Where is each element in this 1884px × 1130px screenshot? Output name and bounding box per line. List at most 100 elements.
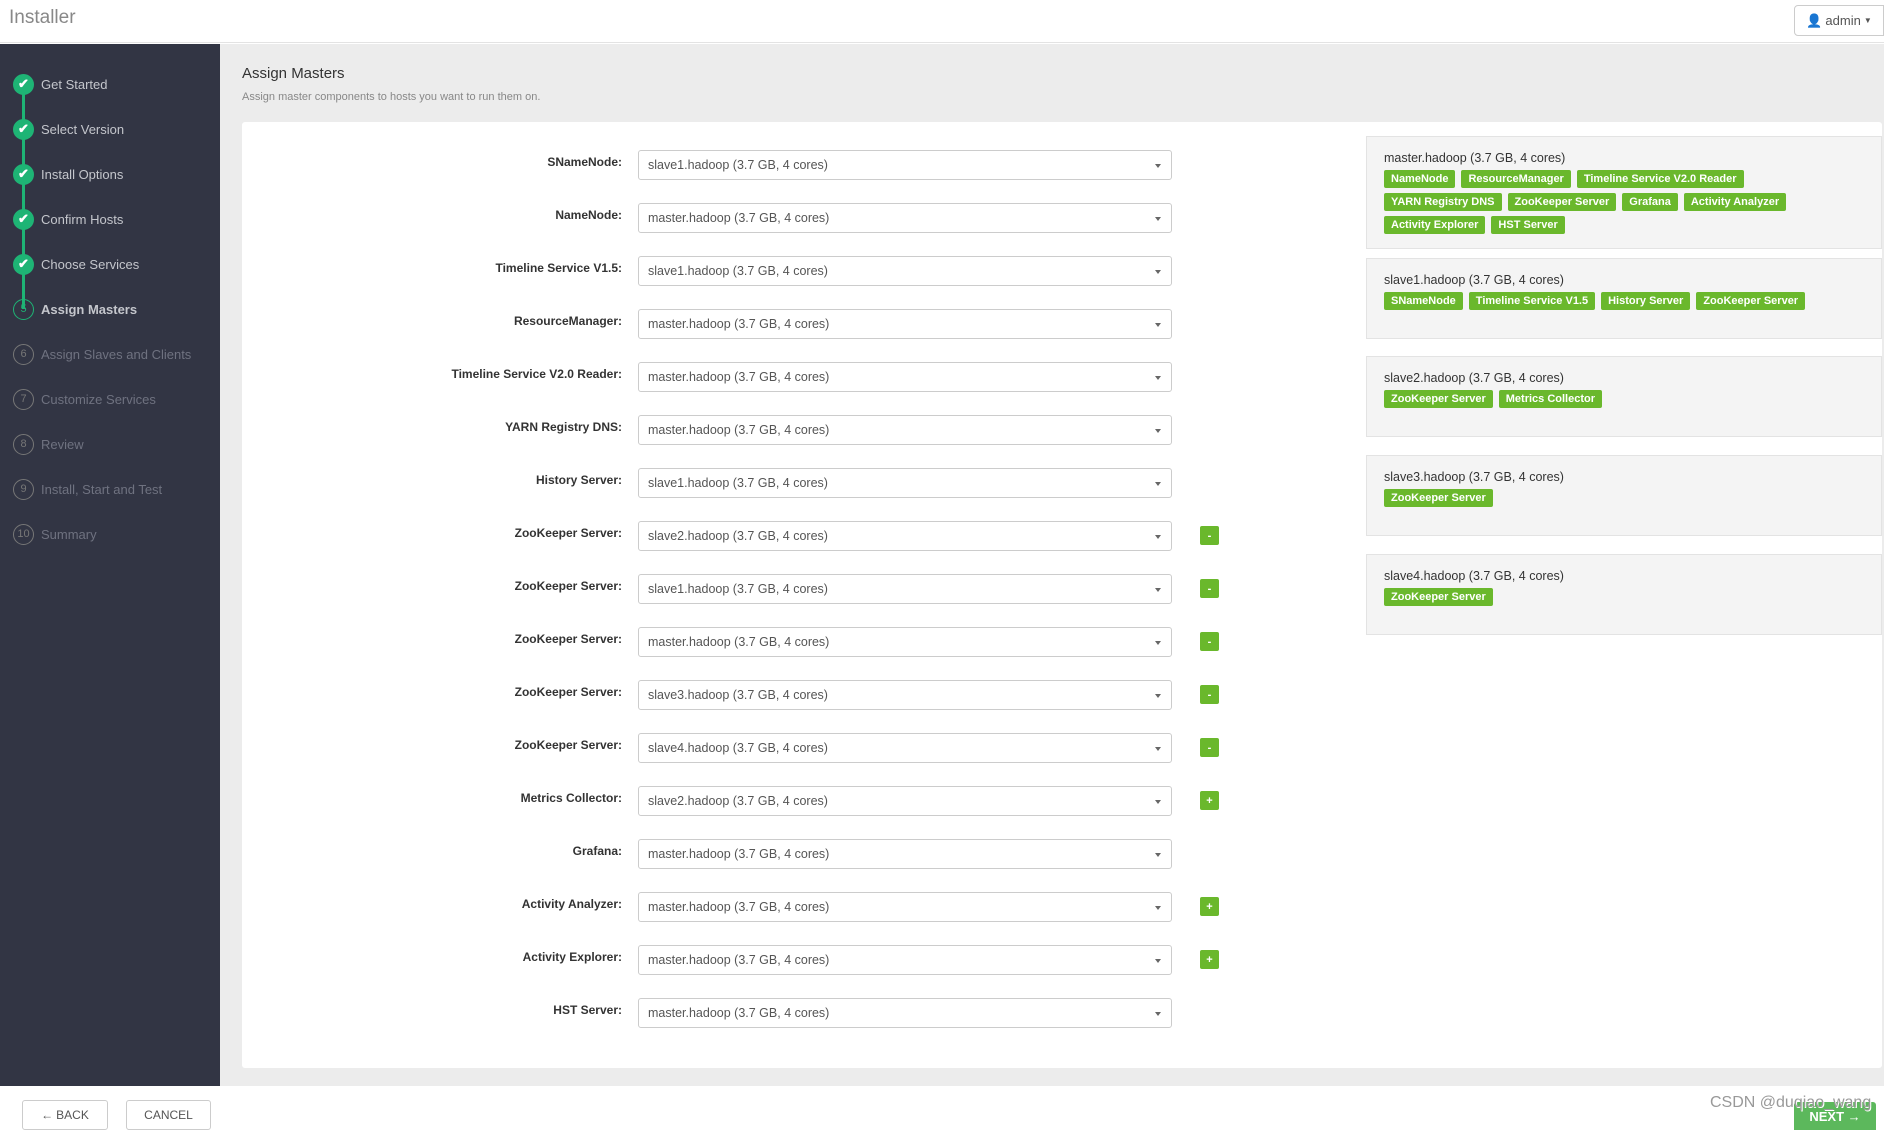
host-select-value: master.hadoop (3.7 GB, 4 cores) [648, 635, 830, 649]
add-button[interactable]: + [1200, 897, 1219, 916]
step-label: Get Started [41, 76, 108, 92]
step-number: 9 [13, 478, 34, 500]
component-label: HST Server: [553, 1003, 622, 1017]
assignment-row: Activity Analyzer: master.hadoop (3.7 GB,… [242, 892, 1242, 922]
host-select-value: master.hadoop (3.7 GB, 4 cores) [648, 370, 830, 384]
step-confirm-hosts[interactable]: ✔ Confirm Hosts [13, 207, 123, 231]
component-badge: SNameNode [1384, 292, 1463, 310]
cancel-button[interactable]: CANCEL [126, 1100, 211, 1130]
caret-down-icon [1155, 164, 1161, 168]
remove-button[interactable]: - [1200, 632, 1219, 651]
host-select[interactable]: slave2.hadoop (3.7 GB, 4 cores) [638, 786, 1172, 816]
step-customize-services[interactable]: 7 Customize Services [13, 387, 156, 411]
component-label: Timeline Service V1.5: [495, 261, 622, 275]
assignment-row: ZooKeeper Server: slave4.hadoop (3.7 GB, … [242, 733, 1242, 763]
host-name: master.hadoop (3.7 GB, 4 cores) [1384, 151, 1566, 165]
host-name: slave2.hadoop (3.7 GB, 4 cores) [1384, 371, 1564, 385]
component-label: ZooKeeper Server: [514, 685, 622, 699]
host-select[interactable]: slave1.hadoop (3.7 GB, 4 cores) [638, 574, 1172, 604]
host-select-value: slave2.hadoop (3.7 GB, 4 cores) [648, 794, 828, 808]
caret-down-icon [1155, 588, 1161, 592]
check-icon: ✔ [13, 163, 34, 185]
page-subtitle: Assign master components to hosts you wa… [242, 91, 541, 103]
component-badge: ZooKeeper Server [1384, 588, 1493, 606]
step-assign-slaves-and-clients[interactable]: 6 Assign Slaves and Clients [13, 342, 191, 366]
step-number: 7 [13, 388, 34, 410]
caret-down-icon [1155, 641, 1161, 645]
host-name: slave3.hadoop (3.7 GB, 4 cores) [1384, 470, 1564, 484]
host-select-value: slave1.hadoop (3.7 GB, 4 cores) [648, 158, 828, 172]
user-icon: 👤 [1806, 12, 1823, 28]
component-tags: NameNode ResourceManager Timeline Service … [1384, 170, 1864, 234]
host-select[interactable]: slave2.hadoop (3.7 GB, 4 cores) [638, 521, 1172, 551]
check-icon: ✔ [13, 73, 34, 95]
host-select[interactable]: slave1.hadoop (3.7 GB, 4 cores) [638, 468, 1172, 498]
host-select[interactable]: master.hadoop (3.7 GB, 4 cores) [638, 998, 1172, 1028]
step-choose-services[interactable]: ✔ Choose Services [13, 252, 139, 276]
logo[interactable]: Installer [9, 7, 76, 29]
host-select[interactable]: slave1.hadoop (3.7 GB, 4 cores) [638, 150, 1172, 180]
assignment-row: Metrics Collector: slave2.hadoop (3.7 GB,… [242, 786, 1242, 816]
remove-button[interactable]: - [1200, 579, 1219, 598]
remove-button[interactable]: - [1200, 685, 1219, 704]
step-get-started[interactable]: ✔ Get Started [13, 72, 107, 96]
host-select[interactable]: master.hadoop (3.7 GB, 4 cores) [638, 415, 1172, 445]
step-install-start-and-test[interactable]: 9 Install, Start and Test [13, 477, 162, 501]
caret-down-icon [1155, 429, 1161, 433]
host-select-value: master.hadoop (3.7 GB, 4 cores) [648, 953, 830, 967]
assignment-row: YARN Registry DNS: master.hadoop (3.7 GB,… [242, 415, 1242, 445]
host-select[interactable]: master.hadoop (3.7 GB, 4 cores) [638, 362, 1172, 392]
user-menu-button[interactable]: 👤 admin ▼ [1794, 5, 1884, 36]
add-button[interactable]: + [1200, 791, 1219, 810]
remove-button[interactable]: - [1200, 738, 1219, 757]
host-select-value: master.hadoop (3.7 GB, 4 cores) [648, 423, 830, 437]
caret-down-icon [1155, 535, 1161, 539]
host-select[interactable]: master.hadoop (3.7 GB, 4 cores) [638, 839, 1172, 869]
component-badge: Metrics Collector [1498, 390, 1603, 408]
component-label: SNameNode: [547, 155, 622, 169]
assignment-row: ZooKeeper Server: slave2.hadoop (3.7 GB, … [242, 521, 1242, 551]
host-select-value: slave1.hadoop (3.7 GB, 4 cores) [648, 582, 828, 596]
add-button[interactable]: + [1200, 950, 1219, 969]
component-badge: ZooKeeper Server [1696, 292, 1806, 310]
assignment-row: ZooKeeper Server: slave1.hadoop (3.7 GB, … [242, 574, 1242, 604]
host-select-value: master.hadoop (3.7 GB, 4 cores) [648, 900, 830, 914]
check-icon: ✔ [13, 118, 34, 140]
assignment-row: SNameNode: slave1.hadoop (3.7 GB, 4 cores… [242, 150, 1242, 180]
step-label: Confirm Hosts [41, 211, 124, 227]
component-badge: Timeline Service V1.5 [1468, 292, 1596, 310]
step-select-version[interactable]: ✔ Select Version [13, 117, 124, 141]
step-assign-masters[interactable]: 5 Assign Masters [13, 297, 137, 321]
assignment-row: ZooKeeper Server: master.hadoop (3.7 GB, … [242, 627, 1242, 657]
assignment-row: History Server: slave1.hadoop (3.7 GB, 4 … [242, 468, 1242, 498]
host-select[interactable]: slave3.hadoop (3.7 GB, 4 cores) [638, 680, 1172, 710]
host-card: slave1.hadoop (3.7 GB, 4 cores) SNameNode… [1366, 258, 1882, 339]
component-label: ZooKeeper Server: [514, 738, 622, 752]
host-select[interactable]: master.hadoop (3.7 GB, 4 cores) [638, 627, 1172, 657]
host-select[interactable]: slave1.hadoop (3.7 GB, 4 cores) [638, 256, 1172, 286]
assignment-row: ResourceManager: master.hadoop (3.7 GB, 4… [242, 309, 1242, 339]
component-badge: History Server [1601, 292, 1691, 310]
component-label: Grafana: [572, 844, 622, 858]
step-install-options[interactable]: ✔ Install Options [13, 162, 123, 186]
back-label: BACK [56, 1108, 89, 1122]
host-select[interactable]: master.hadoop (3.7 GB, 4 cores) [638, 945, 1172, 975]
step-number: 6 [13, 343, 34, 365]
remove-button[interactable]: - [1200, 526, 1219, 545]
host-select[interactable]: master.hadoop (3.7 GB, 4 cores) [638, 892, 1172, 922]
host-card: slave2.hadoop (3.7 GB, 4 cores) ZooKeeper… [1366, 356, 1882, 437]
component-label: ZooKeeper Server: [514, 579, 622, 593]
component-label: ZooKeeper Server: [514, 526, 622, 540]
component-badge: ResourceManager [1461, 170, 1571, 188]
host-select[interactable]: slave4.hadoop (3.7 GB, 4 cores) [638, 733, 1172, 763]
step-review[interactable]: 8 Review [13, 432, 84, 456]
back-button[interactable]: ← BACK [22, 1100, 108, 1130]
host-select[interactable]: master.hadoop (3.7 GB, 4 cores) [638, 203, 1172, 233]
host-card: slave3.hadoop (3.7 GB, 4 cores) ZooKeeper… [1366, 455, 1882, 536]
component-badge: ZooKeeper Server [1507, 193, 1617, 211]
step-label: Review [41, 436, 84, 452]
component-badge: NameNode [1384, 170, 1456, 188]
assignment-row: ZooKeeper Server: slave3.hadoop (3.7 GB, … [242, 680, 1242, 710]
step-summary[interactable]: 10 Summary [13, 522, 97, 546]
host-select[interactable]: master.hadoop (3.7 GB, 4 cores) [638, 309, 1172, 339]
